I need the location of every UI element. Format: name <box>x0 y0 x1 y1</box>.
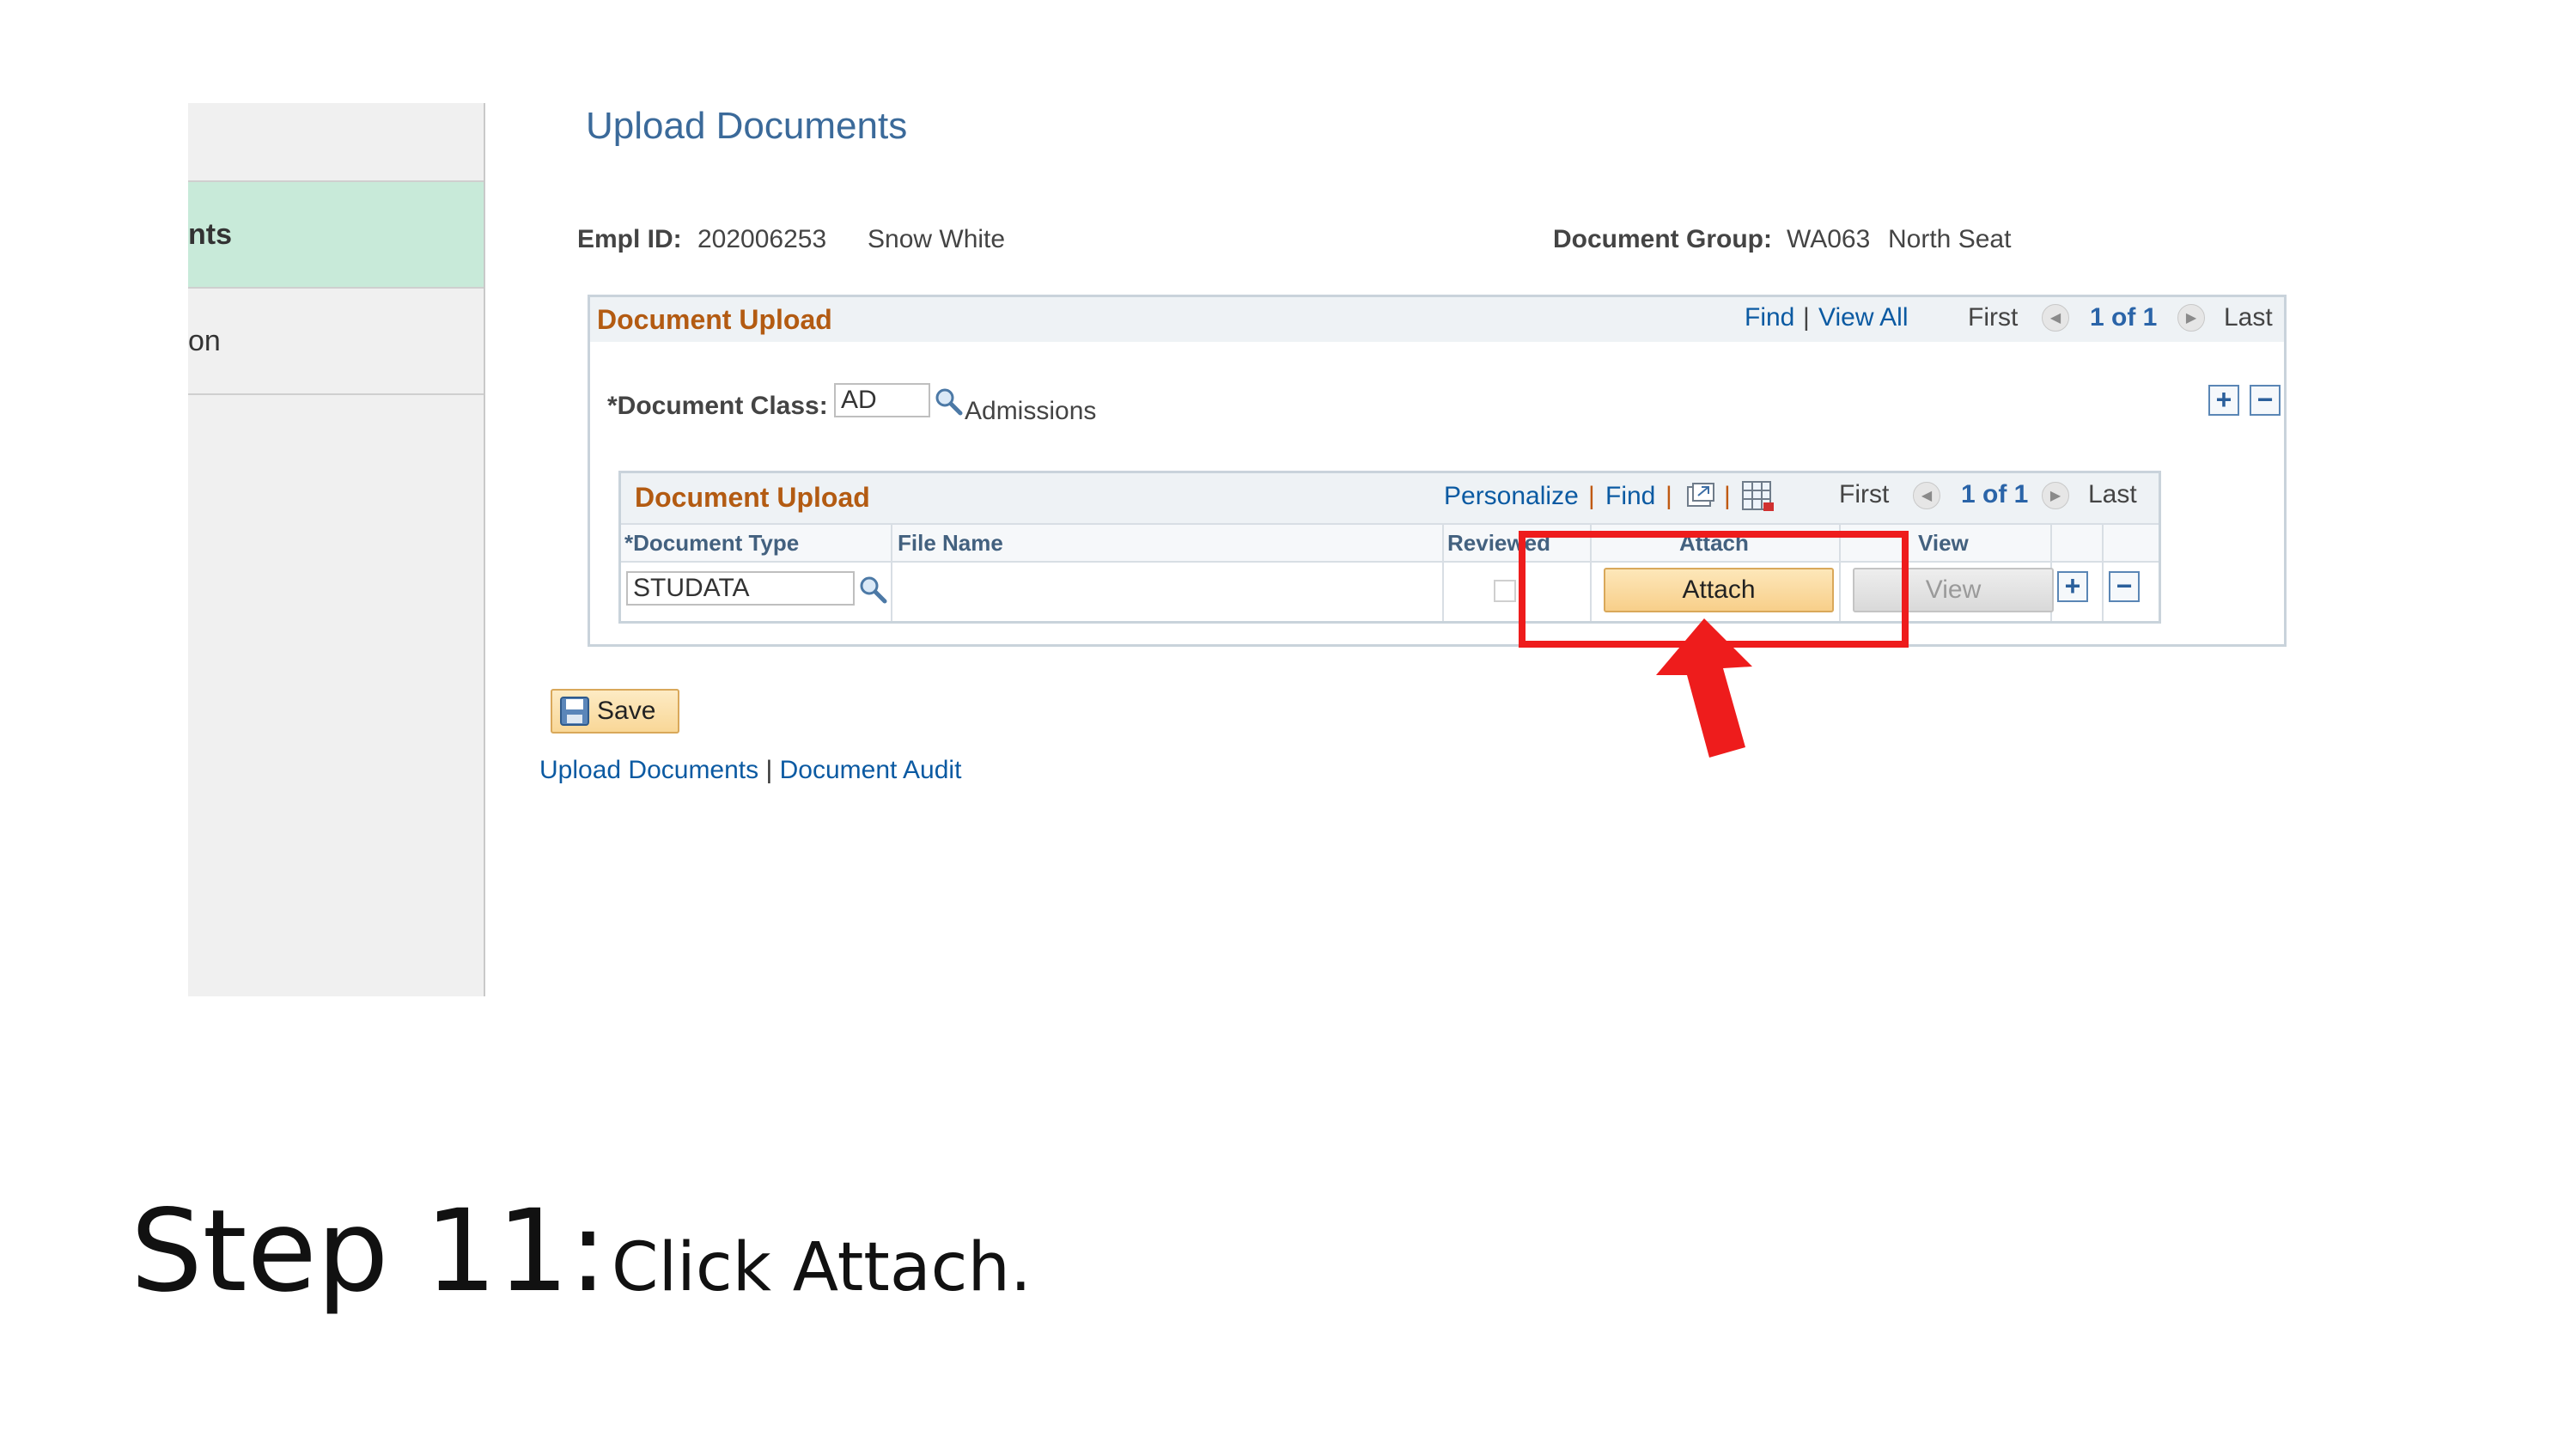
save-button-label: Save <box>597 697 656 725</box>
nav-item-label: on <box>188 324 221 357</box>
separator: | <box>1724 482 1731 510</box>
separator: | <box>1588 482 1595 510</box>
empl-id-label: Empl ID: <box>577 225 682 253</box>
page-title: Upload Documents <box>586 105 908 147</box>
save-button[interactable]: Save <box>551 689 679 734</box>
grid-previous-arrow-icon[interactable]: ◀ <box>1913 482 1940 509</box>
lookup-search-icon[interactable] <box>934 387 963 416</box>
step-instruction: Step 11: Click Attach. <box>131 1185 1032 1318</box>
empl-id-value: 202006253 <box>697 225 827 253</box>
panel-title: Document Upload <box>597 304 832 335</box>
employee-name: Snow White <box>868 225 1006 253</box>
document-type-lookup-icon[interactable] <box>858 575 887 604</box>
column-header-file-name: File Name <box>898 530 1003 556</box>
reviewed-checkbox[interactable] <box>1494 580 1516 602</box>
column-header-view: View <box>1918 530 1969 556</box>
separator: | <box>1803 303 1810 332</box>
document-group-code: WA063 <box>1787 225 1871 253</box>
download-spreadsheet-icon[interactable] <box>1741 478 1775 513</box>
first-label: First <box>1968 303 2019 332</box>
delete-row-icon[interactable]: − <box>2250 385 2281 416</box>
document-class-input[interactable]: AD <box>834 383 930 417</box>
left-navigation: nts on <box>188 103 485 996</box>
separator: | <box>1666 482 1672 510</box>
pointer-arrow-icon <box>1656 618 1752 758</box>
document-audit-link[interactable]: Document Audit <box>780 756 962 784</box>
grid-column-headers: *Document Type File Name Reviewed Attach… <box>621 523 2159 563</box>
grid-delete-row-icon[interactable]: − <box>2109 571 2140 602</box>
previous-arrow-icon[interactable]: ◀ <box>2042 304 2069 332</box>
column-divider <box>1442 523 1444 621</box>
grid-add-row-icon[interactable]: + <box>2057 571 2088 602</box>
step-number: Step 11: <box>131 1185 607 1318</box>
document-class-label: *Document Class: <box>607 392 828 420</box>
view-all-link[interactable]: View All <box>1818 303 1909 332</box>
footer-links: Upload Documents | Document Audit <box>539 756 961 785</box>
column-divider <box>891 523 892 621</box>
nav-item-label: nts <box>188 217 232 251</box>
find-link[interactable]: Find <box>1745 303 1794 332</box>
nav-item[interactable]: on <box>188 289 484 395</box>
row-count: 1 of 1 <box>2090 303 2158 332</box>
grid-title: Document Upload <box>635 482 870 513</box>
next-arrow-icon[interactable]: ▶ <box>2177 304 2205 332</box>
nav-item-active[interactable]: nts <box>188 182 484 289</box>
grid-first-label: First <box>1839 480 1890 508</box>
nav-top-spacer <box>188 103 484 182</box>
column-header-document-type: *Document Type <box>624 530 800 556</box>
save-disk-icon <box>560 697 589 726</box>
new-window-icon[interactable] <box>1684 482 1717 511</box>
grid-row-count: 1 of 1 <box>1961 480 2029 508</box>
panel-header <box>590 297 2284 342</box>
grid-last-label: Last <box>2088 480 2137 508</box>
document-class-description: Admissions <box>965 397 1097 425</box>
last-label: Last <box>2224 303 2273 332</box>
grid-next-arrow-icon[interactable]: ▶ <box>2042 482 2069 509</box>
document-group-name: North Seat <box>1888 225 2012 253</box>
grid-find-link[interactable]: Find <box>1605 482 1655 511</box>
add-row-icon[interactable]: + <box>2208 385 2239 416</box>
personalize-link[interactable]: Personalize <box>1444 482 1579 511</box>
upload-documents-link[interactable]: Upload Documents <box>539 756 758 784</box>
document-upload-grid: Document Upload Personalize | Find | | F… <box>618 471 2161 624</box>
column-divider <box>2102 523 2104 621</box>
separator: | <box>765 756 773 784</box>
step-text: Click Attach. <box>612 1229 1032 1306</box>
document-type-input[interactable]: STUDATA <box>626 571 855 606</box>
document-group-label: Document Group: <box>1553 225 1772 253</box>
